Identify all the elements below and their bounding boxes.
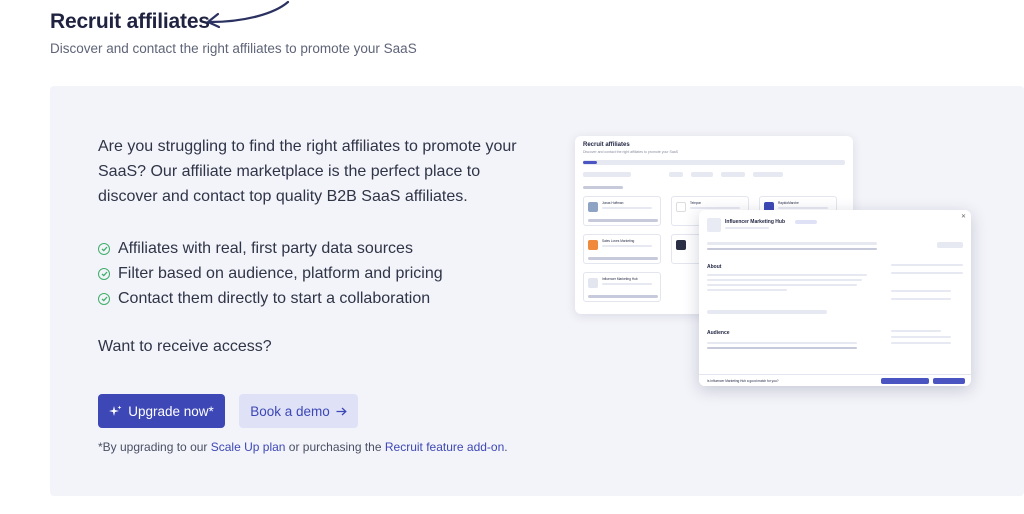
footnote-text: *By upgrading to our: [98, 440, 211, 454]
arrow-decoration-icon: [206, 0, 290, 29]
preview-list-title: Recruit affiliates: [583, 142, 630, 148]
preview-audience-heading: Audience: [707, 330, 730, 336]
book-demo-label: Book a demo: [250, 403, 330, 419]
preview-about-heading: About: [707, 264, 722, 270]
sparkle-icon: [109, 405, 122, 416]
preview-card-name: Sales Loves Marketing: [602, 239, 635, 243]
check-circle-icon: [98, 292, 110, 305]
page-title: Recruit affiliates: [50, 10, 210, 33]
footnote-text: or purchasing the: [285, 440, 385, 454]
preview-affiliate-card: Jonas Hoffman: [583, 196, 661, 226]
preview-affiliate-card: Influencer Marketing Hub: [583, 272, 661, 302]
affiliate-detail-preview: ✕ Influencer Marketing Hub About Audienc…: [699, 210, 971, 386]
preview-detail-footer: Is Influencer Marketing Hub a good match…: [699, 374, 971, 386]
feature-list: Affiliates with real, first party data s…: [98, 236, 443, 311]
recruit-panel: Are you struggling to find the right aff…: [50, 86, 1024, 496]
book-demo-button[interactable]: Book a demo: [239, 394, 358, 428]
preview-list-subtitle: Discover and contact the right affiliate…: [583, 150, 679, 154]
lead-paragraph: Are you struggling to find the right aff…: [98, 138, 517, 205]
feature-text: Affiliates with real, first party data s…: [118, 239, 413, 257]
preview-footer-question: Is Influencer Marketing Hub a good match…: [707, 379, 779, 383]
scale-up-plan-link[interactable]: Scale Up plan: [211, 440, 286, 454]
page-header: Recruit affiliates: [50, 10, 210, 34]
feature-text: Contact them directly to start a collabo…: [118, 289, 431, 307]
footnote-text: .: [504, 440, 508, 454]
preview-card-name: RapidoMarche: [778, 201, 799, 205]
check-circle-icon: [98, 267, 110, 280]
arrow-right-icon: [336, 407, 347, 415]
feature-item: Contact them directly to start a collabo…: [98, 286, 443, 311]
close-icon: ✕: [960, 214, 966, 220]
preview-affiliate-card: Sales Loves Marketing: [583, 234, 661, 264]
recruit-addon-link[interactable]: Recruit feature add-on: [385, 440, 504, 454]
feature-text: Filter based on audience, platform and p…: [118, 264, 443, 282]
preview-card-name: Jonas Hoffman: [602, 201, 624, 205]
check-circle-icon: [98, 242, 110, 255]
upgrade-now-button[interactable]: Upgrade now*: [98, 394, 225, 428]
feature-item: Affiliates with real, first party data s…: [98, 236, 443, 261]
feature-item: Filter based on audience, platform and p…: [98, 261, 443, 286]
upgrade-now-label: Upgrade now*: [128, 403, 214, 419]
upgrade-footnote: *By upgrading to our Scale Up plan or pu…: [98, 440, 508, 454]
preview-card-name: Influencer Marketing Hub: [602, 277, 638, 281]
preview-card-name: Telepon: [690, 201, 702, 205]
page-subtitle: Discover and contact the right affiliate…: [50, 41, 417, 56]
preview-detail-title: Influencer Marketing Hub: [725, 219, 786, 225]
access-question: Want to receive access?: [98, 338, 272, 355]
